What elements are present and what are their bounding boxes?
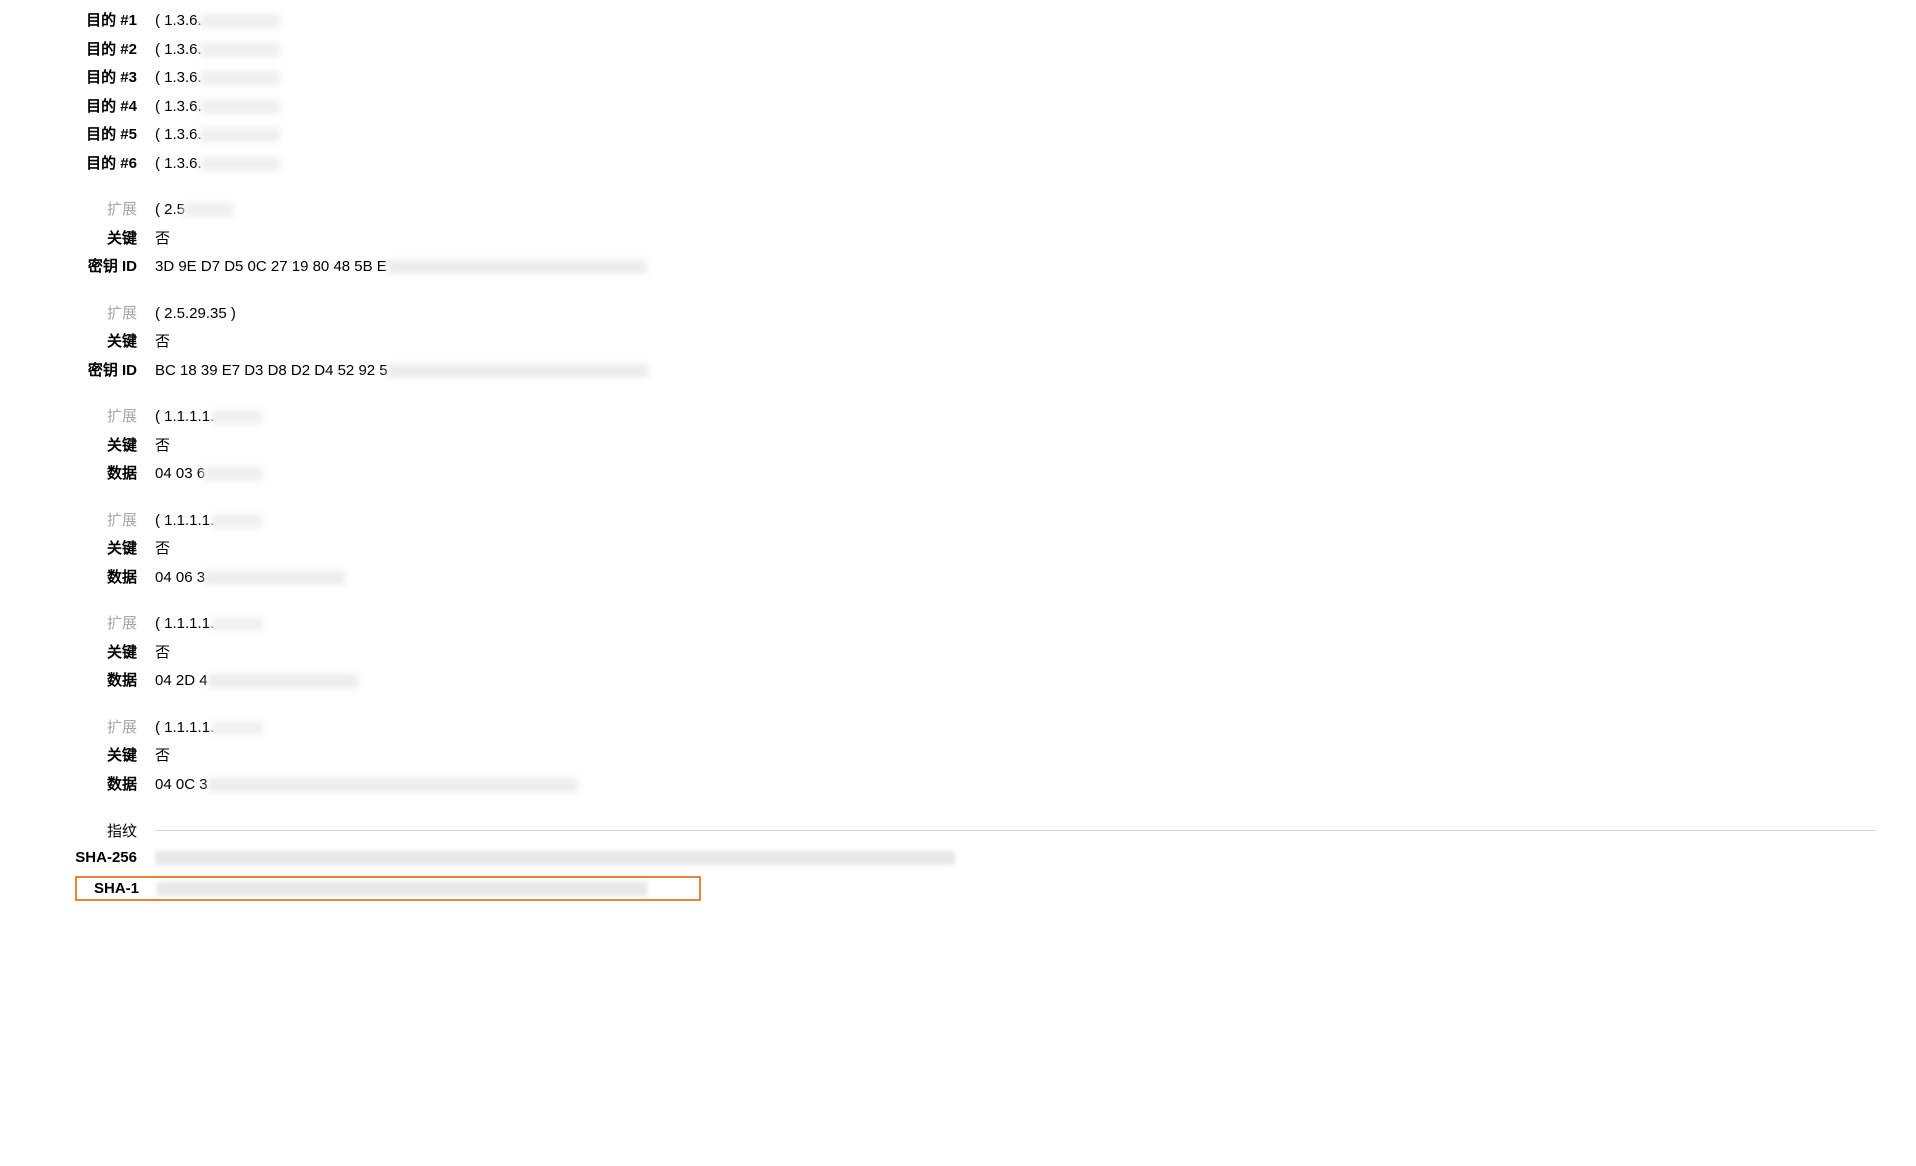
- fingerprint-header: 指纹: [0, 820, 1916, 841]
- keyid-row: 密钥 ID BC 18 39 E7 D3 D8 D2 D4 52 92 5: [0, 360, 1916, 383]
- purpose-label: 目的 #3: [0, 67, 155, 90]
- extension-value: ( 2.5: [155, 199, 1916, 222]
- critical-row: 关键 否: [0, 331, 1916, 354]
- purpose-value: ( 1.3.6.: [155, 39, 1916, 62]
- data-label: 数据: [0, 567, 155, 590]
- extension-value: ( 1.1.1.1.: [155, 406, 1916, 429]
- critical-row: 关键 否: [0, 228, 1916, 251]
- critical-row: 关键 否: [0, 745, 1916, 768]
- extension-value: ( 1.1.1.1.: [155, 613, 1916, 636]
- critical-label: 关键: [0, 331, 155, 354]
- purpose-row-3: 目的 #3 ( 1.3.6.: [0, 67, 1916, 90]
- purpose-label: 目的 #2: [0, 39, 155, 62]
- extension-label: 扩展: [0, 303, 155, 326]
- critical-value: 否: [155, 228, 1916, 251]
- extension-label: 扩展: [0, 717, 155, 740]
- sha256-value: [155, 847, 1916, 870]
- critical-row: 关键 否: [0, 538, 1916, 561]
- extension-row: 扩展 ( 1.1.1.1.: [0, 717, 1916, 740]
- purpose-label: 目的 #4: [0, 96, 155, 119]
- sha256-label: SHA-256: [0, 847, 155, 870]
- fingerprint-label: 指纹: [0, 820, 155, 841]
- sha1-label: SHA-1: [77, 880, 157, 897]
- data-label: 数据: [0, 670, 155, 693]
- purpose-row-4: 目的 #4 ( 1.3.6.: [0, 96, 1916, 119]
- data-label: 数据: [0, 463, 155, 486]
- data-value: 04 06 3: [155, 567, 1916, 590]
- keyid-value: BC 18 39 E7 D3 D8 D2 D4 52 92 5: [155, 360, 1916, 383]
- purpose-value: ( 1.3.6.: [155, 124, 1916, 147]
- sha1-highlight-box: SHA-1: [75, 876, 701, 901]
- purpose-row-1: 目的 #1 ( 1.3.6.: [0, 10, 1916, 33]
- extension-value: ( 1.1.1.1.: [155, 717, 1916, 740]
- purpose-value: ( 1.3.6.: [155, 67, 1916, 90]
- divider-line: [155, 830, 1876, 831]
- extension-row: 扩展 ( 1.1.1.1.: [0, 406, 1916, 429]
- purpose-value: ( 1.3.6.: [155, 10, 1916, 33]
- extension-label: 扩展: [0, 613, 155, 636]
- keyid-label: 密钥 ID: [0, 256, 155, 279]
- purpose-value: ( 1.3.6.: [155, 96, 1916, 119]
- critical-value: 否: [155, 435, 1916, 458]
- data-row: 数据 04 0C 3: [0, 774, 1916, 797]
- purpose-label: 目的 #6: [0, 153, 155, 176]
- extension-label: 扩展: [0, 199, 155, 222]
- critical-label: 关键: [0, 228, 155, 251]
- purpose-value: ( 1.3.6.: [155, 153, 1916, 176]
- extension-value: ( 2.5.29.35 ): [155, 303, 1916, 326]
- extension-row: 扩展 ( 1.1.1.1.: [0, 613, 1916, 636]
- data-value: 04 0C 3: [155, 774, 1916, 797]
- critical-label: 关键: [0, 745, 155, 768]
- purpose-row-6: 目的 #6 ( 1.3.6.: [0, 153, 1916, 176]
- data-label: 数据: [0, 774, 155, 797]
- extension-value: ( 1.1.1.1.: [155, 510, 1916, 533]
- critical-value: 否: [155, 538, 1916, 561]
- purpose-label: 目的 #5: [0, 124, 155, 147]
- data-value: 04 2D 4: [155, 670, 1916, 693]
- extension-row: 扩展 ( 2.5.29.35 ): [0, 303, 1916, 326]
- extension-label: 扩展: [0, 406, 155, 429]
- critical-row: 关键 否: [0, 435, 1916, 458]
- data-row: 数据 04 03 6: [0, 463, 1916, 486]
- extension-row: 扩展 ( 2.5: [0, 199, 1916, 222]
- extension-label: 扩展: [0, 510, 155, 533]
- extension-row: 扩展 ( 1.1.1.1.: [0, 510, 1916, 533]
- purpose-row-2: 目的 #2 ( 1.3.6.: [0, 39, 1916, 62]
- critical-value: 否: [155, 642, 1916, 665]
- critical-label: 关键: [0, 435, 155, 458]
- critical-label: 关键: [0, 538, 155, 561]
- critical-label: 关键: [0, 642, 155, 665]
- critical-value: 否: [155, 331, 1916, 354]
- purpose-row-5: 目的 #5 ( 1.3.6.: [0, 124, 1916, 147]
- critical-value: 否: [155, 745, 1916, 768]
- certificate-details: 目的 #1 ( 1.3.6. 目的 #2 ( 1.3.6. 目的 #3 ( 1.…: [0, 10, 1916, 901]
- keyid-row: 密钥 ID 3D 9E D7 D5 0C 27 19 80 48 5B E: [0, 256, 1916, 279]
- keyid-value: 3D 9E D7 D5 0C 27 19 80 48 5B E: [155, 256, 1916, 279]
- data-value: 04 03 6: [155, 463, 1916, 486]
- sha1-value: [157, 880, 699, 897]
- sha256-row: SHA-256: [0, 847, 1916, 870]
- purpose-label: 目的 #1: [0, 10, 155, 33]
- critical-row: 关键 否: [0, 642, 1916, 665]
- data-row: 数据 04 2D 4: [0, 670, 1916, 693]
- data-row: 数据 04 06 3: [0, 567, 1916, 590]
- keyid-label: 密钥 ID: [0, 360, 155, 383]
